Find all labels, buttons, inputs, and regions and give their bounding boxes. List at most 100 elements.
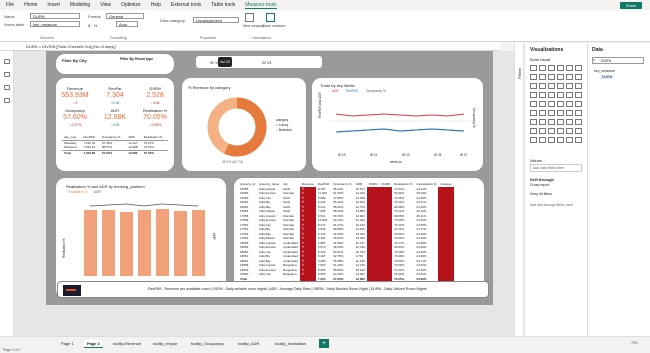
visual-type-icon[interactable] [548,83,555,89]
tree-item-durn[interactable]: DURN [600,75,615,79]
visual-type-icon[interactable] [575,137,582,143]
visual-type-icon[interactable] [548,65,555,71]
tree-root[interactable]: key_measure [594,69,615,73]
tab-page-2[interactable]: Page 2 [84,340,103,348]
decimal-select[interactable]: Auto [116,21,138,27]
tab-tooltip-realisation[interactable]: tooltip_realisation [272,340,309,348]
table-header-cell[interactable]: Average [438,182,453,187]
visual-type-icon[interactable] [539,92,546,98]
tab-tooltip-revenue[interactable]: tooltip-Revenue [110,340,144,348]
tab-tooltip-occupancy[interactable]: tooltip_Occupancy [188,340,227,348]
visual-type-icon[interactable] [548,119,555,125]
table-header-cell[interactable]: Realisation % [392,182,414,187]
visual-type-icon[interactable] [530,101,537,107]
visual-type-icon[interactable] [548,74,555,80]
table-header-cell[interactable]: Cancellation % [414,182,438,187]
menu-modeling[interactable]: Modeling [70,2,90,8]
visual-type-icon[interactable] [557,101,564,107]
donut-chart[interactable] [202,92,272,162]
visual-type-icon[interactable] [566,110,573,116]
visual-type-icon[interactable] [548,137,555,143]
visual-type-icon[interactable] [566,128,573,134]
visual-type-icon[interactable] [566,119,573,125]
menu-help[interactable]: Help [151,2,161,8]
tab-tooltip-revpar[interactable]: tooltip_revpar [150,340,180,348]
visual-type-icon[interactable] [566,65,573,71]
menu-file[interactable]: File [6,2,14,8]
visual-type-icon[interactable] [557,128,564,134]
tab-tooltip-adr[interactable]: tooltip_ADR [235,340,262,348]
visual-type-icon[interactable] [548,92,555,98]
filter-city-title[interactable]: Filter By City [62,58,87,63]
visual-type-icon[interactable] [566,83,573,89]
visual-type-icon[interactable] [575,83,582,89]
add-drill-fields[interactable]: Add drill-through fields here [530,203,573,207]
home-table-select[interactable]: key_measure [30,21,80,27]
keep-filters-label[interactable]: Keep all filters [530,192,552,196]
visual-type-icon[interactable] [548,101,555,107]
visual-type-icon[interactable] [575,110,582,116]
visual-type-icon[interactable] [530,119,537,125]
menu-optimize[interactable]: Optimize [121,2,141,8]
currency-percent-icon[interactable]: $ - % , [88,23,100,28]
trend-line-chart[interactable] [330,94,470,150]
visual-type-icon[interactable] [530,65,537,71]
cross-report-label[interactable]: Cross-report [530,183,549,187]
table-header-cell[interactable]: RevPAR [316,182,331,187]
menu-external-tools[interactable]: External tools [171,2,201,8]
table-view-icon[interactable] [3,72,10,77]
filter-room-title[interactable]: Filter By Room type [120,57,153,61]
menu-insert[interactable]: Insert [47,2,60,8]
visual-type-icon[interactable] [566,101,573,107]
share-button[interactable]: Share [620,2,642,9]
visual-type-icon[interactable] [530,137,537,143]
visual-type-icon[interactable] [539,110,546,116]
report-view-icon[interactable] [3,59,10,64]
visual-type-icon[interactable] [530,92,537,98]
realisation-bar-chart[interactable] [78,196,206,276]
visual-type-icon[interactable] [539,119,546,125]
name-input[interactable]: DURN [30,13,80,19]
visual-type-icon[interactable] [575,128,582,134]
visual-type-icon[interactable] [557,137,564,143]
week-button-3[interactable]: W 23 [262,60,271,65]
visual-type-icon[interactable] [539,83,546,89]
visual-type-icon[interactable] [557,119,564,125]
visual-type-icon[interactable] [539,74,546,80]
formula-bar[interactable]: DURN = DIVIDE([Total Checked Out],[No of… [0,42,500,51]
visual-type-icon[interactable] [530,83,537,89]
format-select[interactable]: General [106,13,144,19]
visual-type-icon[interactable] [557,110,564,116]
visual-type-icon[interactable] [575,119,582,125]
dax-view-icon[interactable] [3,98,10,103]
visual-type-icon[interactable] [575,92,582,98]
zoom-level[interactable]: 75% [631,341,638,345]
visual-type-icon[interactable] [566,92,573,98]
menu-measure-tools[interactable]: Measure tools [245,2,277,9]
model-view-icon[interactable] [3,85,10,90]
tab-page-1[interactable]: Page 1 [58,340,77,348]
new-measure-icon[interactable] [245,13,254,22]
add-page-button[interactable]: + [319,339,329,348]
add-fields-well[interactable]: Add data fields here [530,164,582,172]
data-category-select[interactable]: Uncategorized [193,17,239,23]
menu-table-tools[interactable]: Table tools [211,2,235,8]
visual-type-icon[interactable] [566,137,573,143]
visual-type-icon[interactable] [530,110,537,116]
visual-type-icon[interactable] [566,74,573,80]
visual-type-icon[interactable] [575,65,582,71]
table-header-cell[interactable]: Occupancy % [331,182,354,187]
menu-home[interactable]: Home [24,2,37,8]
visual-type-icon[interactable] [557,74,564,80]
quick-measure-icon[interactable] [266,13,275,22]
visual-type-icon[interactable] [539,101,546,107]
visual-type-icon[interactable] [557,92,564,98]
filters-pane[interactable]: Filters [514,43,524,336]
data-search-input[interactable]: DURN [592,57,644,64]
visual-type-icon[interactable] [539,65,546,71]
table-header-cell[interactable]: Revenue [300,182,316,187]
visual-type-icon[interactable] [548,128,555,134]
week-button-2[interactable]: Jul 22 [218,57,232,67]
visual-type-icon[interactable] [539,137,546,143]
visual-type-icon[interactable] [557,65,564,71]
